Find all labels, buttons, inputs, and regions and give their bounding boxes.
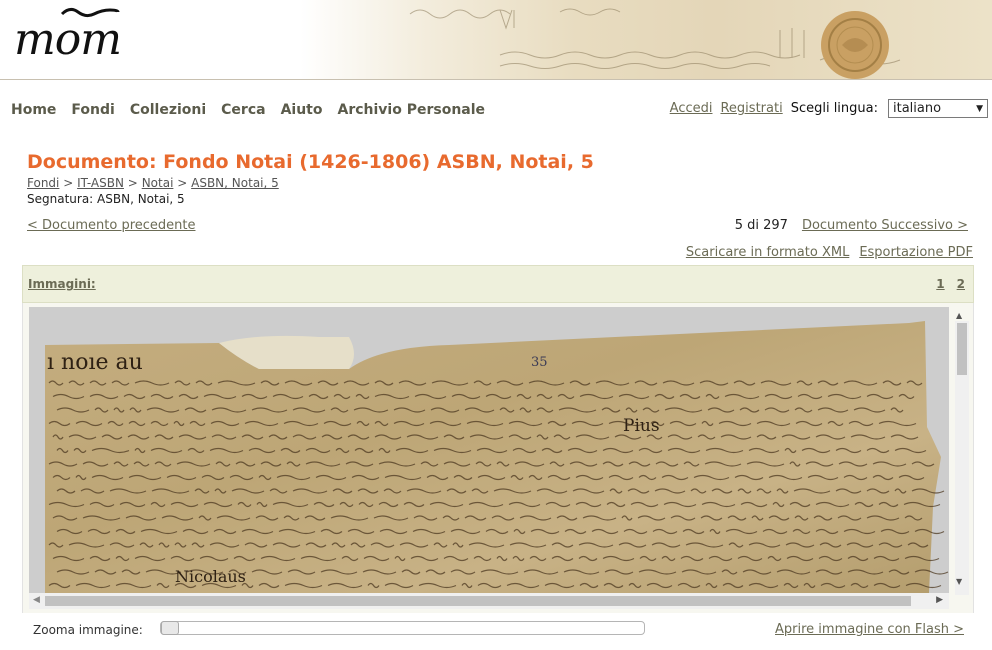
image-viewport[interactable]: ı noıe au Pius 35 Nicolaus	[29, 307, 949, 593]
export-links: Scaricare in formato XML Esportazione PD…	[686, 245, 973, 260]
vertical-scrollbar[interactable]	[955, 321, 969, 595]
nav-item-home[interactable]: Home	[11, 102, 56, 118]
zoom-controls: Zooma immagine: Aprire immagine con Flas…	[22, 613, 974, 650]
breadcrumb-notai[interactable]: Notai	[142, 176, 174, 190]
language-label: Scegli lingua:	[790, 101, 878, 116]
nav-item-cerca[interactable]: Cerca	[221, 102, 265, 118]
manuscript-number: 35	[531, 355, 548, 370]
images-header: Immagini: 1 2	[22, 265, 974, 303]
scroll-up-icon[interactable]: ▲	[956, 311, 962, 320]
images-label[interactable]: Immagini:	[28, 277, 96, 291]
chevron-down-icon: ▼	[976, 103, 983, 114]
nav-item-fondi[interactable]: Fondi	[71, 102, 114, 118]
account-bar: Accedi Registrati Scegli lingua: italian…	[670, 99, 988, 118]
language-select[interactable]: italiano ▼	[888, 99, 988, 118]
mom-logo[interactable]: mom	[14, 14, 122, 65]
next-document-link[interactable]: Documento Successivo >	[802, 218, 968, 233]
breadcrumb-separator: >	[63, 176, 74, 190]
manuscript-image: ı noıe au Pius 35 Nicolaus	[29, 307, 949, 593]
segnatura-text: Segnatura: ASBN, Notai, 5	[27, 192, 185, 206]
header-banner: mom	[0, 0, 992, 80]
breadcrumb-separator: >	[177, 176, 188, 190]
login-link[interactable]: Accedi	[670, 101, 713, 116]
zoom-slider-handle[interactable]	[161, 621, 179, 635]
scroll-left-icon[interactable]: ◀	[33, 595, 40, 605]
horizontal-scroll-thumb[interactable]	[45, 596, 911, 606]
zoom-slider[interactable]	[160, 621, 645, 635]
register-link[interactable]: Registrati	[720, 101, 782, 116]
nav-item-archivio-personale[interactable]: Archivio Personale	[338, 102, 486, 118]
breadcrumb: Fondi > IT-ASBN > Notai > ASBN, Notai, 5	[27, 176, 279, 190]
breadcrumb-separator: >	[127, 176, 138, 190]
scroll-right-icon[interactable]: ▶	[936, 595, 943, 605]
nav-item-aiuto[interactable]: Aiuto	[281, 102, 323, 118]
previous-document-link[interactable]: < Documento precedente	[27, 218, 196, 233]
image-viewer: ı noıe au Pius 35 Nicolaus ▲ ▼ ◀ ▶	[22, 303, 974, 613]
download-xml-link[interactable]: Scaricare in formato XML	[686, 245, 849, 260]
banner-divider	[0, 79, 992, 80]
banner-manuscript-image	[409, 8, 901, 79]
page-title: Documento: Fondo Notai (1426-1806) ASBN,…	[27, 151, 594, 173]
export-pdf-link[interactable]: Esportazione PDF	[859, 245, 973, 260]
breadcrumb-it-asbn[interactable]: IT-ASBN	[77, 176, 124, 190]
image-page-1[interactable]: 1	[936, 277, 944, 291]
language-selected-value: italiano	[893, 101, 942, 116]
horizontal-scrollbar[interactable]: ◀ ▶	[29, 593, 949, 609]
image-page-selector: 1 2	[936, 277, 965, 291]
nav-item-collezioni[interactable]: Collezioni	[130, 102, 206, 118]
image-page-2[interactable]: 2	[957, 277, 965, 291]
manuscript-initial: ı noıe au	[47, 350, 143, 375]
document-pager: 5 di 297 Documento Successivo >	[735, 218, 968, 233]
manuscript-word-nicolaus: Nicolaus	[175, 567, 246, 586]
vertical-scroll-thumb[interactable]	[957, 323, 967, 375]
breadcrumb-fondi[interactable]: Fondi	[27, 176, 59, 190]
document-count: 5 di 297	[734, 218, 788, 233]
open-flash-link[interactable]: Aprire immagine con Flash >	[775, 622, 964, 637]
manuscript-word-pius: Pius	[623, 416, 660, 436]
breadcrumb-asbn-notai-5[interactable]: ASBN, Notai, 5	[191, 176, 279, 190]
zoom-label: Zooma immagine:	[33, 623, 143, 637]
main-nav: Home Fondi Collezioni Cerca Aiuto Archiv…	[11, 102, 485, 118]
scroll-down-icon[interactable]: ▼	[956, 577, 962, 586]
